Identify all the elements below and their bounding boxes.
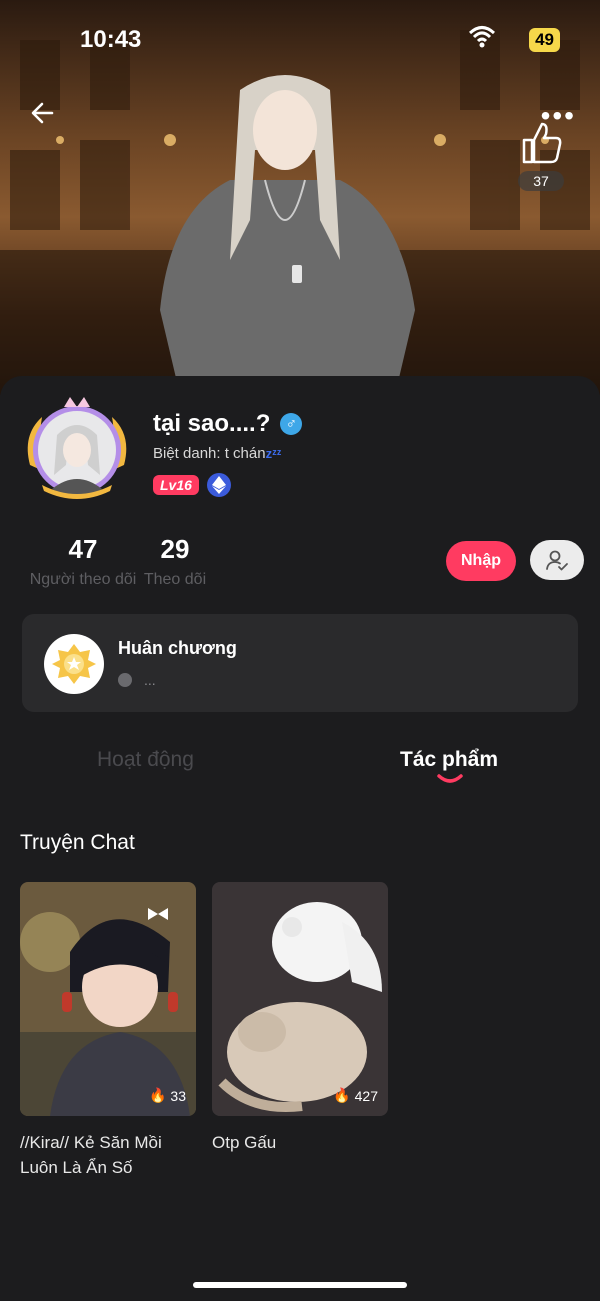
status-bar: 10:43 49 (0, 24, 600, 58)
character-illustration (160, 75, 415, 395)
nickname-text: Biệt danh: t chán (153, 445, 266, 462)
followers-count: 47 (68, 534, 98, 564)
story-views-count: 427 (354, 1087, 378, 1104)
back-arrow-icon[interactable] (26, 96, 60, 130)
section-title: Truyện Chat (20, 831, 135, 854)
medal-title: Huân chương (118, 638, 237, 658)
medal-subtitle-row: ... (118, 672, 156, 688)
tab-works[interactable]: Tác phẩm (400, 748, 498, 772)
profile-username: tại sao....? (153, 410, 271, 437)
battery-indicator: 49 (529, 28, 560, 52)
thumbs-up-icon (522, 122, 562, 164)
medal-subtitle: ... (144, 672, 156, 688)
wifi-icon (468, 26, 496, 48)
story-views-count: 33 (170, 1087, 186, 1104)
profile-banner (0, 0, 600, 395)
nhap-button[interactable]: Nhập (446, 541, 516, 581)
tab-activity[interactable]: Hoạt động (97, 748, 194, 772)
profile-username-row: tại sao....? ♂ (153, 410, 303, 438)
story-title-1[interactable]: //Kira// Kẻ Săn Mồi Luôn Là Ẩn Số (20, 1130, 200, 1180)
level-badge[interactable]: Lv16 (153, 475, 199, 495)
user-check-icon (546, 550, 568, 571)
following-count: 29 (160, 534, 190, 564)
story-views: 🔥 427 (333, 1087, 378, 1104)
followers-label: Người theo dõi (29, 571, 137, 588)
like-button[interactable]: 37 (518, 120, 564, 191)
story-views: 🔥 33 (149, 1087, 186, 1104)
flame-icon: 🔥 (333, 1087, 351, 1103)
medal-card[interactable]: Huân chương ... (22, 614, 578, 712)
follow-button[interactable] (530, 540, 584, 580)
story-card-2[interactable]: 🔥 427 (212, 882, 388, 1116)
story-card-1[interactable]: 🔥 33 (20, 882, 196, 1116)
followers-stat[interactable]: 47 Người theo dõi (28, 534, 138, 589)
status-time: 10:43 (80, 26, 142, 53)
avatar[interactable] (22, 395, 132, 505)
like-count: 37 (518, 171, 564, 191)
story-cover-image (212, 882, 388, 1116)
home-indicator[interactable] (193, 1282, 407, 1288)
badge-placeholder-icon (118, 673, 132, 687)
sleep-zzz-icon: zᶻᶻ (265, 446, 282, 461)
active-tab-indicator (437, 774, 463, 783)
male-gender-icon: ♂ (280, 413, 303, 435)
story-title-2[interactable]: Otp Gấu (212, 1130, 392, 1155)
flame-icon: 🔥 (148, 1087, 167, 1103)
profile-badges: Lv16 (153, 473, 231, 497)
medal-icon (44, 634, 104, 694)
profile-nickname: Biệt danh: t chánzᶻᶻ (153, 445, 282, 462)
story-cover-image (20, 882, 196, 1116)
diamond-badge-icon[interactable] (206, 473, 231, 497)
following-label: Theo dõi (143, 571, 207, 588)
following-stat[interactable]: 29 Theo dõi (142, 534, 208, 589)
